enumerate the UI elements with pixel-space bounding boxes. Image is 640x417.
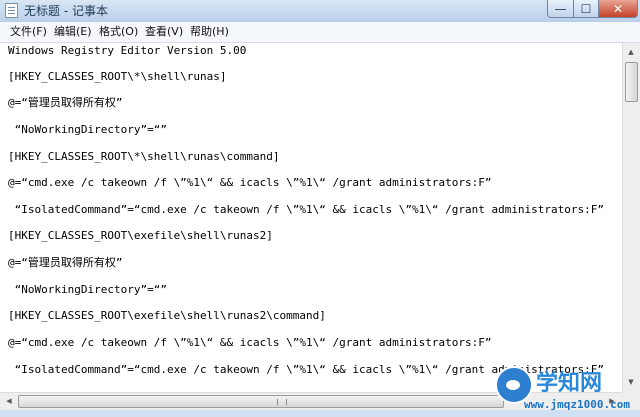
text-line: [HKEY_CLASSES_ROOT\*\shell\runas] bbox=[8, 70, 227, 83]
text-line: @=“cmd.exe /c takeown /f \”%1\“ && icacl… bbox=[8, 336, 492, 349]
scroll-left-icon[interactable]: ◀ bbox=[1, 393, 17, 409]
menu-file[interactable]: 文件(F) bbox=[8, 24, 49, 40]
menu-bar: 文件(F) 编辑(E) 格式(O) 查看(V) 帮助(H) bbox=[0, 22, 640, 43]
grip-icon bbox=[277, 399, 287, 405]
text-line: @=“管理员取得所有权” bbox=[8, 256, 123, 269]
watermark-title: 学知网 bbox=[536, 371, 603, 396]
notepad-window: 无标题 - 记事本 — ☐ ✕ 文件(F) 编辑(E) 格式(O) 查看(V) … bbox=[0, 0, 640, 417]
text-line: “NoWorkingDirectory”=“” bbox=[8, 283, 167, 296]
text-line: “NoWorkingDirectory”=“” bbox=[8, 123, 167, 136]
watermark-url: www.jmqz1000.com bbox=[524, 398, 630, 411]
vertical-scroll-thumb[interactable] bbox=[625, 62, 638, 102]
title-bar[interactable]: 无标题 - 记事本 — ☐ ✕ bbox=[0, 0, 640, 23]
text-line: Windows Registry Editor Version 5.00 bbox=[8, 44, 247, 57]
menu-help[interactable]: 帮助(H) bbox=[188, 24, 231, 40]
text-line: [HKEY_CLASSES_ROOT\exefile\shell\runas2\… bbox=[8, 309, 326, 322]
horizontal-scroll-thumb[interactable] bbox=[18, 395, 504, 408]
window-title: 无标题 - 记事本 bbox=[24, 4, 108, 18]
scroll-up-icon[interactable]: ▲ bbox=[623, 44, 639, 60]
minimize-button[interactable]: — bbox=[547, 0, 574, 18]
text-line: [HKEY_CLASSES_ROOT\*\shell\runas\command… bbox=[8, 150, 280, 163]
menu-edit[interactable]: 编辑(E) bbox=[52, 24, 94, 40]
watermark: 学知网 www.jmqz1000.com bbox=[490, 362, 640, 417]
text-line: @=“管理员取得所有权” bbox=[8, 96, 123, 109]
text-editor[interactable]: Windows Registry Editor Version 5.00 [HK… bbox=[0, 43, 622, 392]
menu-format[interactable]: 格式(O) bbox=[97, 24, 140, 40]
close-button[interactable]: ✕ bbox=[598, 0, 638, 18]
maximize-button[interactable]: ☐ bbox=[573, 0, 599, 18]
text-line: @=“cmd.exe /c takeown /f \”%1\“ && icacl… bbox=[8, 176, 492, 189]
vertical-scrollbar[interactable]: ▲ ▼ bbox=[622, 43, 640, 392]
menu-view[interactable]: 查看(V) bbox=[143, 24, 185, 40]
notepad-icon bbox=[5, 3, 18, 18]
text-line: “IsolatedCommand”=“cmd.exe /c takeown /f… bbox=[8, 203, 605, 216]
text-line: [HKEY_CLASSES_ROOT\exefile\shell\runas2] bbox=[8, 229, 273, 242]
